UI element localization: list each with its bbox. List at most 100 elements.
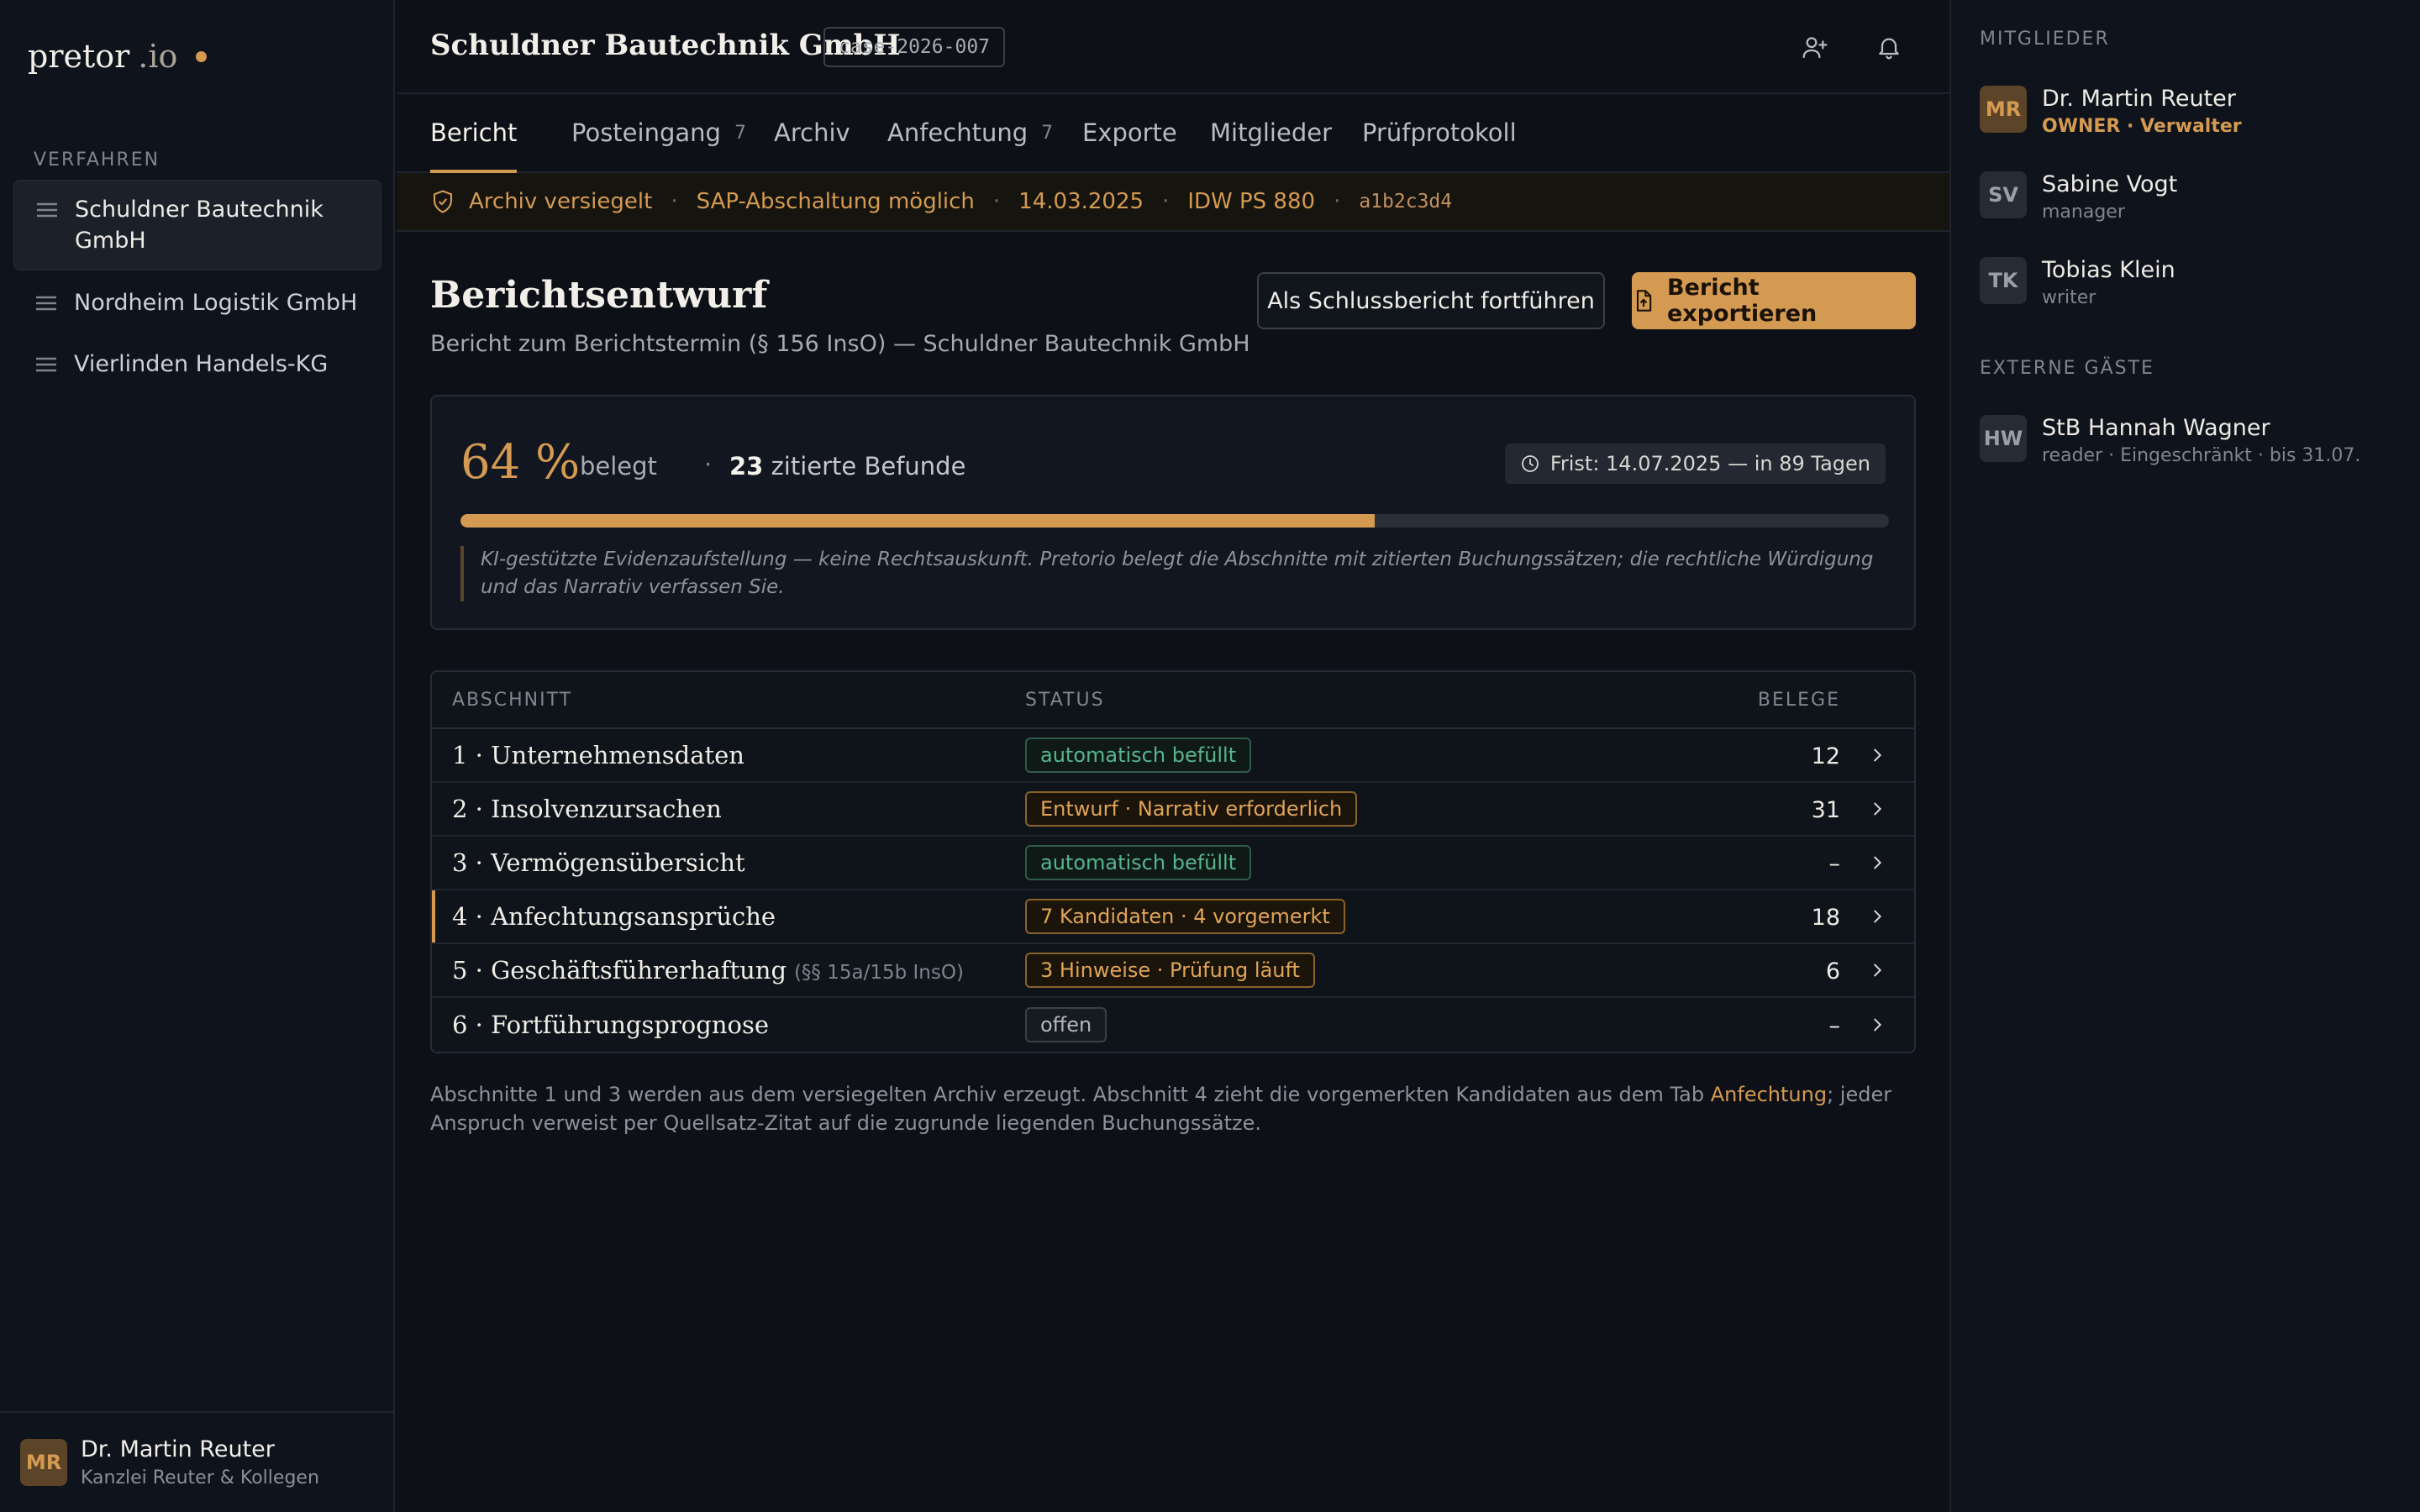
sidebar-item-nordheim[interactable]: Nordheim Logistik GmbH — [13, 274, 381, 332]
table-row[interactable]: 1 · Unternehmensdaten automatisch befüll… — [432, 729, 1914, 783]
evidence-count: 6 — [1825, 958, 1840, 984]
table-row[interactable]: 6 · Fortführungsprognose offen – — [432, 998, 1914, 1052]
member-name: Sabine Vogt — [2042, 171, 2178, 197]
add-user-icon[interactable] — [1798, 30, 1832, 64]
col-header-status: STATUS — [1025, 689, 1105, 711]
anfechtung-link[interactable]: Anfechtung — [1711, 1083, 1827, 1106]
chevron-right-icon[interactable] — [1840, 1016, 1914, 1034]
evidence-count: 12 — [1811, 743, 1840, 769]
sidebar-item-label: Nordheim Logistik GmbH — [74, 290, 358, 316]
brand-logo[interactable]: pretor .io — [28, 35, 208, 77]
tab-exporte[interactable]: Exporte — [1082, 94, 1177, 171]
status-badge: Entwurf · Narrativ erforderlich — [1025, 791, 1358, 827]
tab-count: 7 — [734, 122, 746, 144]
current-user[interactable]: MR Dr. Martin Reuter Kanzlei Reuter & Ko… — [0, 1411, 393, 1512]
member-item[interactable]: TK Tobias Klein writer — [1980, 257, 2175, 308]
chevron-right-icon[interactable] — [1840, 746, 1914, 764]
brand-name: pretor — [28, 38, 130, 75]
tab-label: Prüfprotokoll — [1362, 118, 1517, 147]
guest-role: reader · Eingeschränkt · bis 31.07. — [2042, 445, 2361, 466]
member-item[interactable]: SV Sabine Vogt manager — [1980, 171, 2177, 223]
findings-label: zitierte Befunde — [771, 452, 966, 480]
archive-hash: a1b2c3d4 — [1359, 191, 1453, 213]
tab-bar: Bericht Posteingang 7 Archiv Anfechtung … — [397, 94, 1949, 173]
chevron-right-icon[interactable] — [1840, 800, 1914, 818]
tab-pruefprotokoll[interactable]: Prüfprotokoll — [1362, 94, 1517, 171]
list-icon — [36, 194, 58, 225]
list-icon — [35, 287, 57, 318]
avatar: MR — [1980, 86, 2027, 133]
avatar: SV — [1980, 171, 2027, 218]
seal-status: Archiv versiegelt — [469, 189, 653, 214]
brand-suffix: .io — [138, 38, 178, 75]
table-row[interactable]: 3 · Vermögensübersicht automatisch befül… — [432, 837, 1914, 890]
section-name: 5 · Geschäftsführerhaftung — [452, 956, 787, 984]
status-badge: automatisch befüllt — [1025, 738, 1252, 773]
tab-mitglieder[interactable]: Mitglieder — [1210, 94, 1332, 171]
table-row[interactable]: 2 · Insolvenzursachen Entwurf · Narrativ… — [432, 783, 1914, 837]
avatar: MR — [20, 1439, 67, 1486]
continue-final-report-button[interactable]: Als Schlussbericht fortführen — [1257, 272, 1605, 329]
section-name: 4 · Anfechtungsansprüche — [452, 902, 776, 931]
tab-count: 7 — [1041, 122, 1054, 144]
status-badge: 3 Hinweise · Prüfung läuft — [1025, 953, 1315, 988]
tab-label: Bericht — [430, 118, 518, 147]
guests-label: EXTERNE GÄSTE — [1980, 358, 2154, 379]
progress-fill — [460, 514, 1375, 528]
tab-label: Exporte — [1082, 118, 1177, 147]
shield-check-icon — [430, 189, 455, 214]
members-label: MITGLIEDER — [1980, 29, 2110, 50]
status-badge: automatisch befüllt — [1025, 845, 1252, 880]
ai-disclaimer: KI-gestützte Evidenzaufstellung — keine … — [460, 546, 1889, 601]
tab-label: Mitglieder — [1210, 118, 1332, 147]
avatar: TK — [1980, 257, 2027, 304]
table-header: ABSCHNITT STATUS BELEGE — [432, 672, 1914, 729]
tab-label: Archiv — [774, 118, 850, 147]
sidebar-section-label: VERFAHREN — [34, 150, 160, 171]
section-note: (§§ 15a/15b InsO) — [793, 962, 964, 984]
coverage-progress-bar — [460, 514, 1889, 528]
sidebar-item-label: Schuldner Bautechnik GmbH — [75, 197, 324, 254]
tab-posteingang[interactable]: Posteingang 7 — [571, 94, 746, 171]
export-report-button[interactable]: Bericht exportieren — [1632, 272, 1916, 329]
sidebar-item-label: Vierlinden Handels-KG — [74, 351, 329, 377]
sidebar-item-schuldner[interactable]: Schuldner Bautechnik GmbH — [13, 180, 381, 270]
coverage-percent: 64 % — [460, 435, 581, 490]
status-badge: offen — [1025, 1007, 1107, 1042]
seal-date: 14.03.2025 — [1018, 189, 1144, 214]
deadline-badge: Frist: 14.07.2025 — in 89 Tagen — [1504, 444, 1886, 484]
audit-standard: IDW PS 880 — [1187, 189, 1316, 214]
member-role: OWNER · Verwalter — [2042, 116, 2242, 137]
member-item[interactable]: MR Dr. Martin Reuter OWNER · Verwalter — [1980, 86, 2242, 137]
tab-archiv[interactable]: Archiv — [774, 94, 850, 171]
tab-bericht[interactable]: Bericht — [430, 94, 518, 173]
member-name: Dr. Martin Reuter — [2042, 86, 2236, 112]
chevron-right-icon[interactable] — [1840, 853, 1914, 872]
tab-label: Anfechtung — [887, 118, 1028, 147]
brand-dot-icon — [196, 50, 208, 62]
tab-anfechtung[interactable]: Anfechtung 7 — [887, 94, 1053, 171]
table-row[interactable]: 5 · Geschäftsführerhaftung (§§ 15a/15b I… — [432, 944, 1914, 998]
findings-count: 23 — [729, 452, 764, 480]
stat-separator: · — [704, 450, 713, 479]
chevron-right-icon[interactable] — [1840, 961, 1914, 979]
status-badge: 7 Kandidaten · 4 vorgemerkt — [1025, 899, 1345, 934]
main-content: Schuldner Bautechnik GmbH case-2026-007 … — [397, 0, 1949, 1512]
avatar: HW — [1980, 415, 2027, 462]
list-icon — [35, 349, 57, 380]
section-name: 6 · Fortführungsprognose — [452, 1011, 769, 1039]
table-row[interactable]: 4 · Anfechtungsansprüche 7 Kandidaten · … — [432, 890, 1914, 944]
chevron-right-icon[interactable] — [1840, 907, 1914, 926]
bell-icon[interactable] — [1872, 30, 1906, 64]
sidebar: pretor .io VERFAHREN Schuldner Bautechni… — [0, 0, 395, 1512]
clock-icon — [1520, 454, 1540, 474]
guest-item[interactable]: HW StB Hannah Wagner reader · Eingeschrä… — [1980, 415, 2360, 466]
user-org: Kanzlei Reuter & Kollegen — [81, 1467, 319, 1488]
sidebar-item-vierlinden[interactable]: Vierlinden Handels-KG — [13, 335, 381, 393]
section-name: 2 · Insolvenzursachen — [452, 795, 722, 823]
col-header-section: ABSCHNITT — [452, 689, 573, 711]
sections-table: ABSCHNITT STATUS BELEGE 1 · Unternehmens… — [430, 670, 1916, 1053]
archive-status-banner: Archiv versiegelt · SAP-Abschaltung mögl… — [397, 173, 1949, 232]
page-subtitle: Bericht zum Berichtstermin (§ 156 InsO) … — [430, 331, 1250, 357]
evidence-count: – — [1828, 850, 1841, 877]
